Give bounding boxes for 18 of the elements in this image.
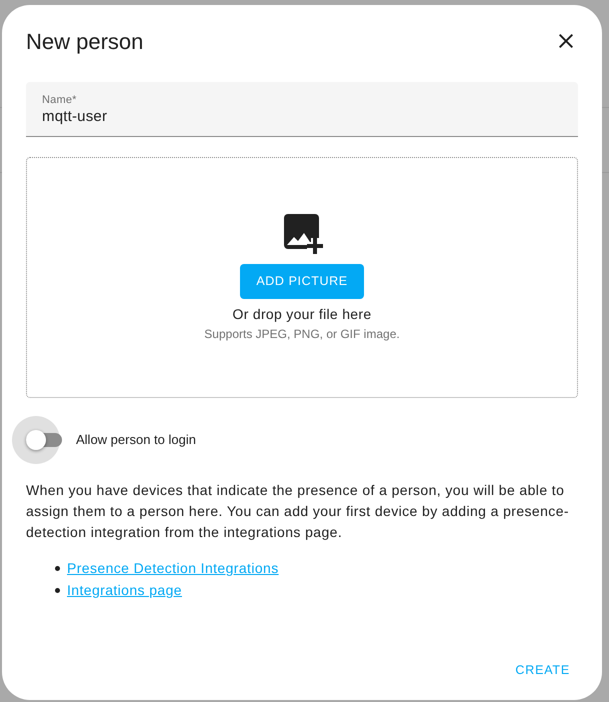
bullet-icon xyxy=(55,588,60,592)
name-field[interactable]: Name* mqtt-user xyxy=(26,82,578,137)
supported-formats: Supports JPEG, PNG, or GIF image. xyxy=(204,326,400,342)
drop-hint: Or drop your file here xyxy=(232,304,372,324)
create-button[interactable]: CREATE xyxy=(507,652,578,688)
bullet-icon xyxy=(55,566,60,570)
toggle-label: Allow person to login xyxy=(76,431,196,450)
image-plus-icon xyxy=(284,214,324,254)
link[interactable]: Presence Detection Integrations xyxy=(67,558,279,578)
close-icon xyxy=(559,34,573,48)
field-value: mqtt-user xyxy=(42,107,108,127)
add-picture-button[interactable]: ADD PICTURE xyxy=(240,264,364,298)
toggle-switch[interactable] xyxy=(12,416,62,464)
dialog-title: New person xyxy=(26,28,144,56)
field-label: Name* xyxy=(42,93,77,107)
link[interactable]: Integrations page xyxy=(67,580,182,600)
drop-zone[interactable]: ADD PICTURE Or drop your file here Supports JPEG, PNG, or GIF image. xyxy=(26,157,578,398)
description-text: When you have devices that indicate the presence of a person, you will be able to assign them to a person here. You can add your first device by adding a presence-detection integration from the integrations page. xyxy=(26,481,570,542)
